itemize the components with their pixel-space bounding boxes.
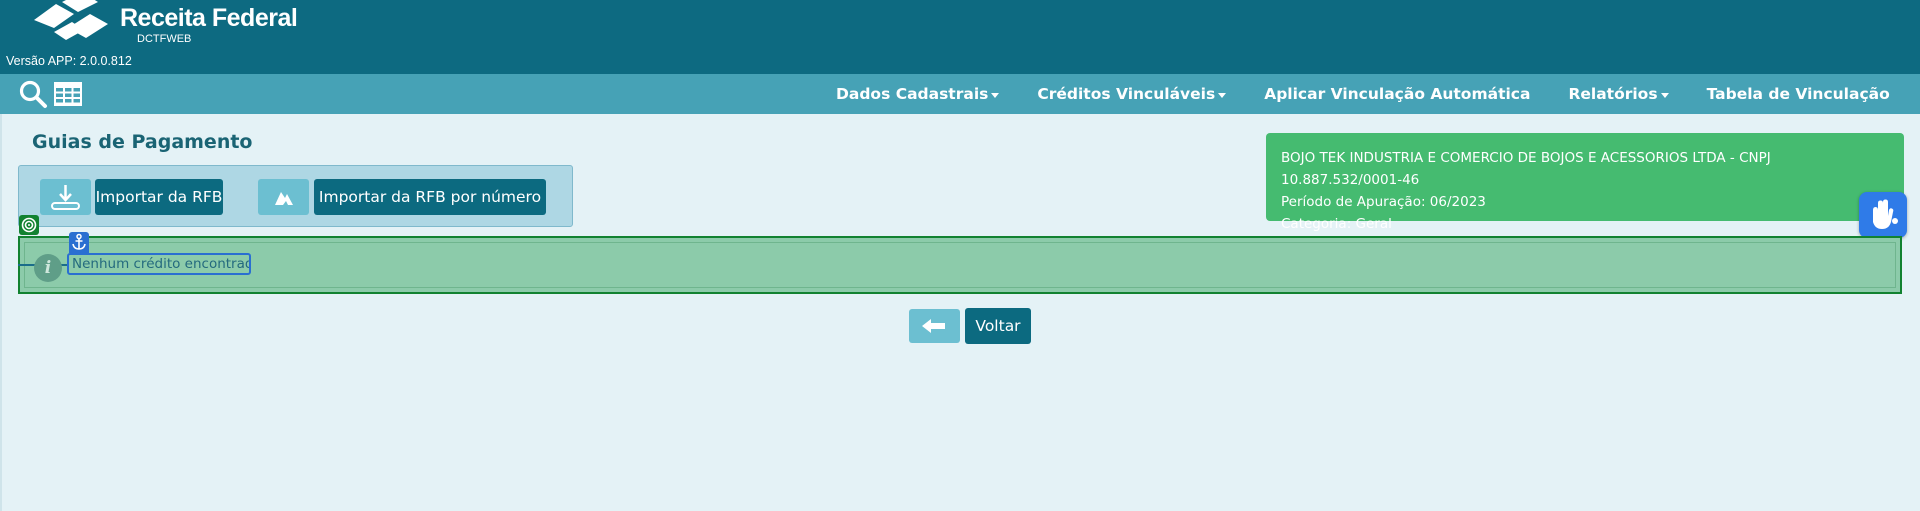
nav-item-tabela-vinculacao[interactable]: Tabela de Vinculação xyxy=(1707,85,1890,103)
nav-item-creditos-vinculaveis[interactable]: Créditos Vinculáveis xyxy=(1037,85,1227,103)
search-icon[interactable] xyxy=(18,79,48,109)
app-header: Receita Federal DCTFWEB Versão APP: 2.0.… xyxy=(0,0,1920,74)
nav-item-label: Relatórios xyxy=(1568,85,1658,103)
receita-federal-logo-icon xyxy=(34,0,108,40)
download-icon xyxy=(51,185,80,210)
mountain-icon xyxy=(275,192,293,205)
arrow-left-icon xyxy=(922,319,945,333)
back-button[interactable]: Voltar xyxy=(965,308,1031,344)
logo-title: Receita Federal xyxy=(120,4,298,32)
nav-item-label: Aplicar Vinculação Automática xyxy=(1264,85,1531,103)
nav-item-label: Tabela de Vinculação xyxy=(1706,85,1890,103)
chevron-down-icon xyxy=(1660,92,1669,98)
anchor-icon xyxy=(69,232,89,253)
nav-item-label: Créditos Vinculáveis xyxy=(1037,85,1216,103)
nav-menu: Dados Cadastrais Créditos Vinculáveis Ap… xyxy=(836,74,1920,114)
back-icon-button[interactable] xyxy=(909,309,960,343)
accessibility-widget-button[interactable] xyxy=(1859,192,1907,238)
no-credit-alert xyxy=(18,236,1902,294)
info-icon: i xyxy=(34,254,62,282)
logo-subtitle: DCTFWEB xyxy=(137,33,192,45)
import-rfb-number-button[interactable]: Importar da RFB por número xyxy=(314,179,546,215)
nav-item-dados-cadastrais[interactable]: Dados Cadastrais xyxy=(836,85,1000,103)
alert-inner-border xyxy=(24,242,1896,288)
chevron-down-icon xyxy=(1218,92,1227,98)
nav-item-label: Dados Cadastrais xyxy=(836,85,989,103)
chevron-down-icon xyxy=(991,92,1000,98)
page-left-border xyxy=(0,114,2,511)
alert-message: Nenhum crédito encontrado xyxy=(67,253,251,275)
main-navbar: Dados Cadastrais Créditos Vinculáveis Ap… xyxy=(0,74,1920,114)
nav-item-relatorios[interactable]: Relatórios xyxy=(1568,85,1669,103)
target-marker-icon xyxy=(19,215,39,235)
table-icon[interactable] xyxy=(53,79,83,109)
page-title: Guias de Pagamento xyxy=(32,131,253,153)
company-info-box: BOJO TEK INDUSTRIA E COMERCIO DE BOJOS E… xyxy=(1266,133,1904,232)
import-rfb-button[interactable]: Importar da RFB xyxy=(95,179,223,215)
app-version: Versão APP: 2.0.0.812 xyxy=(6,54,132,68)
period-of-assessment: Período de Apuração: 06/2023 xyxy=(1281,194,1486,210)
nav-item-aplicar-vinculacao[interactable]: Aplicar Vinculação Automática xyxy=(1264,85,1530,103)
category: Categoria: Geral xyxy=(1281,216,1392,232)
import-actions-panel: Importar da RFB Importar da RFB por núme… xyxy=(18,165,573,227)
company-name: BOJO TEK INDUSTRIA E COMERCIO DE BOJOS E… xyxy=(1281,150,1771,188)
import-number-icon-button[interactable] xyxy=(258,179,309,215)
download-icon-button[interactable] xyxy=(40,179,91,215)
sign-language-icon xyxy=(1873,199,1898,229)
